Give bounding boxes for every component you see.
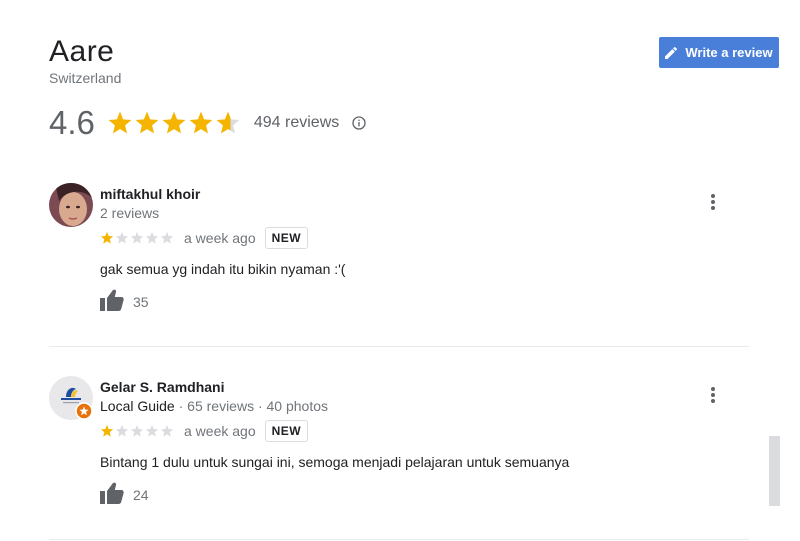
star-icon — [130, 231, 144, 244]
pencil-icon — [665, 46, 678, 59]
like-button[interactable]: 35 — [100, 289, 149, 311]
review-time: a week ago — [184, 423, 256, 439]
rating-summary: 4.6 494 reviews — [49, 103, 367, 143]
reviewer-stats: 2 reviews — [100, 205, 160, 221]
more-vert-icon[interactable] — [705, 193, 721, 211]
star-icon — [160, 424, 174, 437]
review-text: Bintang 1 dulu untuk sungai ini, semoga … — [100, 454, 570, 470]
star-icon — [115, 231, 129, 244]
star-icon — [189, 111, 213, 134]
new-badge: NEW — [264, 227, 309, 249]
star-icon — [160, 231, 174, 244]
review-stars-row: a week ago NEW — [100, 420, 309, 442]
review-stars-row: a week ago NEW — [100, 227, 309, 249]
star-icon — [100, 231, 114, 244]
avatar-logo — [49, 376, 93, 420]
info-icon[interactable] — [351, 115, 367, 131]
like-count: 35 — [133, 293, 149, 310]
star-icon — [100, 424, 114, 437]
reviewer-stats: · 65 reviews · 40 photos — [174, 398, 329, 414]
review-stars — [100, 424, 174, 438]
review-time: a week ago — [184, 230, 256, 246]
star-icon — [145, 231, 159, 244]
review-text: gak semua yg indah itu bikin nyaman :'( — [100, 261, 346, 277]
star-icon — [216, 111, 240, 134]
like-button[interactable]: 24 — [100, 482, 149, 504]
place-subtitle: Switzerland — [49, 70, 122, 86]
write-review-label: Write a review — [685, 45, 773, 60]
new-badge: NEW — [264, 420, 309, 442]
rating-value: 4.6 — [49, 104, 95, 141]
review-divider — [49, 346, 749, 347]
reviewer-name[interactable]: miftakhul khoir — [100, 186, 200, 202]
scrollbar-thumb[interactable] — [769, 436, 780, 506]
place-title: Aare — [49, 35, 115, 68]
place-header: Aare Switzerland — [49, 34, 121, 86]
review-stars — [100, 231, 174, 245]
star-icon — [115, 424, 129, 437]
more-vert-icon[interactable] — [705, 386, 721, 404]
star-icon — [108, 111, 132, 134]
avatar[interactable] — [49, 376, 93, 420]
thumbs-up-icon — [100, 482, 124, 504]
review-count[interactable]: 494 reviews — [254, 114, 339, 132]
reviewer-name[interactable]: Gelar S. Ramdhani — [100, 379, 224, 395]
review-divider — [49, 539, 749, 540]
rating-stars — [107, 110, 241, 136]
like-count: 24 — [133, 486, 149, 503]
reviewer-meta: Local Guide · 65 reviews · 40 photos — [100, 398, 328, 414]
star-icon — [145, 424, 159, 437]
avatar-photo — [49, 183, 93, 227]
local-guide-label: Local Guide — [100, 398, 175, 414]
star-icon — [135, 111, 159, 134]
star-icon — [162, 111, 186, 134]
star-icon — [130, 424, 144, 437]
thumbs-up-icon — [100, 289, 124, 311]
write-review-button[interactable]: Write a review — [659, 37, 779, 68]
reviewer-meta: 2 reviews — [100, 205, 159, 221]
avatar[interactable] — [49, 183, 93, 227]
